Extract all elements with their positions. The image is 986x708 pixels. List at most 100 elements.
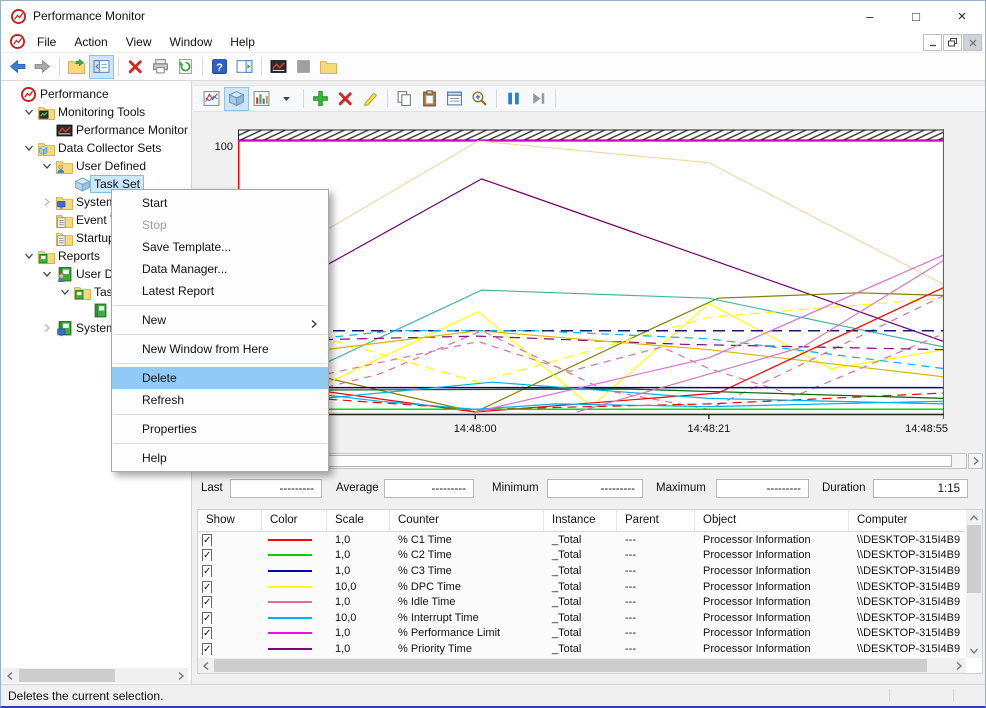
cell-parent: --- bbox=[617, 581, 695, 593]
column-header-scale[interactable]: Scale bbox=[327, 510, 390, 531]
column-header-object[interactable]: Object bbox=[695, 510, 849, 531]
column-header-parent[interactable]: Parent bbox=[617, 510, 695, 531]
chevron-down-icon[interactable] bbox=[21, 143, 37, 153]
menu-help[interactable]: Help bbox=[221, 33, 264, 51]
context-menu-item-help[interactable]: Help bbox=[112, 447, 328, 469]
column-header-color[interactable]: Color bbox=[262, 510, 327, 531]
copy-properties-button[interactable] bbox=[392, 87, 417, 111]
scroll-left-icon[interactable] bbox=[198, 658, 213, 673]
back-arrow-button[interactable] bbox=[5, 55, 30, 79]
average-value: --------- bbox=[384, 479, 474, 498]
context-menu-item-save-template-[interactable]: Save Template... bbox=[112, 236, 328, 258]
column-header-computer[interactable]: Computer bbox=[849, 510, 969, 531]
show-checkbox[interactable]: ✓ bbox=[202, 565, 212, 577]
show-checkbox[interactable]: ✓ bbox=[202, 612, 212, 624]
view-graph-button[interactable] bbox=[224, 87, 249, 111]
scroll-right-icon[interactable] bbox=[968, 453, 983, 469]
context-menu-item-new-window-from-here[interactable]: New Window from Here bbox=[112, 338, 328, 360]
show-checkbox[interactable]: ✓ bbox=[202, 581, 212, 593]
context-menu-item-refresh[interactable]: Refresh bbox=[112, 389, 328, 411]
counter-row[interactable]: ✓1,0% C2 Time_Total---Processor Informat… bbox=[198, 548, 982, 564]
mdi-close-button[interactable] bbox=[963, 34, 982, 51]
tree-item-performance[interactable]: Performance bbox=[1, 85, 191, 103]
delete-x-button[interactable] bbox=[123, 55, 148, 79]
tree-item-data-collector-sets[interactable]: Data Collector Sets bbox=[1, 139, 191, 157]
refresh-button[interactable] bbox=[173, 55, 198, 79]
tree-item-monitoring-tools[interactable]: Monitoring Tools bbox=[1, 103, 191, 121]
maximize-button[interactable]: □ bbox=[893, 1, 939, 31]
counter-list-vertical-scrollbar[interactable] bbox=[966, 510, 982, 658]
scroll-right-icon[interactable] bbox=[173, 668, 188, 683]
forward-arrow-icon bbox=[34, 58, 51, 75]
highlight-button[interactable] bbox=[358, 87, 383, 111]
tree-horizontal-scrollbar[interactable] bbox=[2, 668, 188, 683]
counter-list-header[interactable]: ShowColorScaleCounterInstanceParentObjec… bbox=[198, 510, 982, 532]
mdi-minimize-button[interactable] bbox=[923, 34, 942, 51]
context-menu-item-new[interactable]: New bbox=[112, 309, 328, 331]
scroll-left-icon[interactable] bbox=[2, 668, 17, 683]
counter-row[interactable]: ✓1,0% C1 Time_Total---Processor Informat… bbox=[198, 532, 982, 548]
chevron-down-icon[interactable] bbox=[21, 251, 37, 261]
view-histogram-button[interactable] bbox=[249, 87, 274, 111]
dropdown-arrow-button[interactable] bbox=[274, 87, 299, 111]
counter-row[interactable]: ✓10,0% Interrupt Time_Total---Processor … bbox=[198, 610, 982, 626]
counter-row[interactable]: ✓1,0% C3 Time_Total---Processor Informat… bbox=[198, 563, 982, 579]
show-checkbox[interactable]: ✓ bbox=[202, 627, 212, 639]
chevron-right-icon[interactable] bbox=[39, 323, 55, 333]
delete-counter-button[interactable] bbox=[333, 87, 358, 111]
mdi-restore-button[interactable] bbox=[943, 34, 962, 51]
help-button[interactable]: ? bbox=[207, 55, 232, 79]
show-checkbox[interactable]: ✓ bbox=[202, 643, 212, 655]
perfmon-chart-button[interactable] bbox=[266, 55, 291, 79]
refresh-icon bbox=[177, 58, 194, 75]
add-counter-button[interactable] bbox=[308, 87, 333, 111]
context-menu-item-delete[interactable]: Delete bbox=[112, 367, 328, 389]
scroll-right-icon[interactable] bbox=[951, 658, 966, 673]
properties-button[interactable] bbox=[442, 87, 467, 111]
paste-counter-list-button[interactable] bbox=[417, 87, 442, 111]
show-checkbox[interactable]: ✓ bbox=[202, 549, 212, 561]
scroll-up-icon[interactable] bbox=[967, 510, 982, 525]
menu-file[interactable]: File bbox=[28, 33, 65, 51]
counter-list-horizontal-scrollbar[interactable] bbox=[198, 658, 966, 673]
highlight-icon bbox=[362, 90, 379, 107]
zoom-button[interactable] bbox=[467, 87, 492, 111]
menu-window[interactable]: Window bbox=[161, 33, 222, 51]
gray-box-button[interactable] bbox=[291, 55, 316, 79]
folder-button[interactable] bbox=[316, 55, 341, 79]
export-folder-button[interactable] bbox=[64, 55, 89, 79]
scroll-down-icon[interactable] bbox=[967, 643, 982, 658]
column-header-counter[interactable]: Counter bbox=[390, 510, 544, 531]
chevron-right-icon[interactable] bbox=[39, 197, 55, 207]
mdi-child-icon[interactable] bbox=[9, 33, 26, 50]
show-hide-console-tree-button[interactable] bbox=[89, 55, 114, 79]
close-button[interactable]: × bbox=[939, 1, 985, 31]
show-hide-action-pane-button[interactable] bbox=[232, 55, 257, 79]
chevron-down-icon[interactable] bbox=[39, 161, 55, 171]
view-current-activity-button[interactable] bbox=[199, 87, 224, 111]
print-button[interactable] bbox=[148, 55, 173, 79]
freeze-display-button[interactable] bbox=[501, 87, 526, 111]
minimize-button[interactable]: – bbox=[847, 1, 893, 31]
chevron-down-icon[interactable] bbox=[21, 107, 37, 117]
counter-row[interactable]: ✓10,0% DPC Time_Total---Processor Inform… bbox=[198, 579, 982, 595]
tree-item-user-defined[interactable]: User Defined bbox=[1, 157, 191, 175]
context-menu-item-start[interactable]: Start bbox=[112, 192, 328, 214]
column-header-instance[interactable]: Instance bbox=[544, 510, 617, 531]
update-data-button[interactable] bbox=[526, 87, 551, 111]
column-header-show[interactable]: Show bbox=[198, 510, 262, 531]
counter-row[interactable]: ✓1,0% Performance Limit_Total---Processo… bbox=[198, 626, 982, 642]
chevron-down-icon[interactable] bbox=[39, 269, 55, 279]
context-menu-item-properties[interactable]: Properties bbox=[112, 418, 328, 440]
show-checkbox[interactable]: ✓ bbox=[202, 534, 212, 546]
chevron-down-icon[interactable] bbox=[57, 287, 73, 297]
counter-row[interactable]: ✓1,0% Priority Time_Total---Processor In… bbox=[198, 641, 982, 657]
menu-view[interactable]: View bbox=[117, 33, 161, 51]
menu-action[interactable]: Action bbox=[65, 33, 116, 51]
context-menu-item-latest-report[interactable]: Latest Report bbox=[112, 280, 328, 302]
tree-item-performance-monitor[interactable]: Performance Monitor bbox=[1, 121, 191, 139]
show-checkbox[interactable]: ✓ bbox=[202, 596, 212, 608]
forward-arrow-button[interactable] bbox=[30, 55, 55, 79]
counter-row[interactable]: ✓1,0% Idle Time_Total---Processor Inform… bbox=[198, 594, 982, 610]
context-menu-item-data-manager-[interactable]: Data Manager... bbox=[112, 258, 328, 280]
